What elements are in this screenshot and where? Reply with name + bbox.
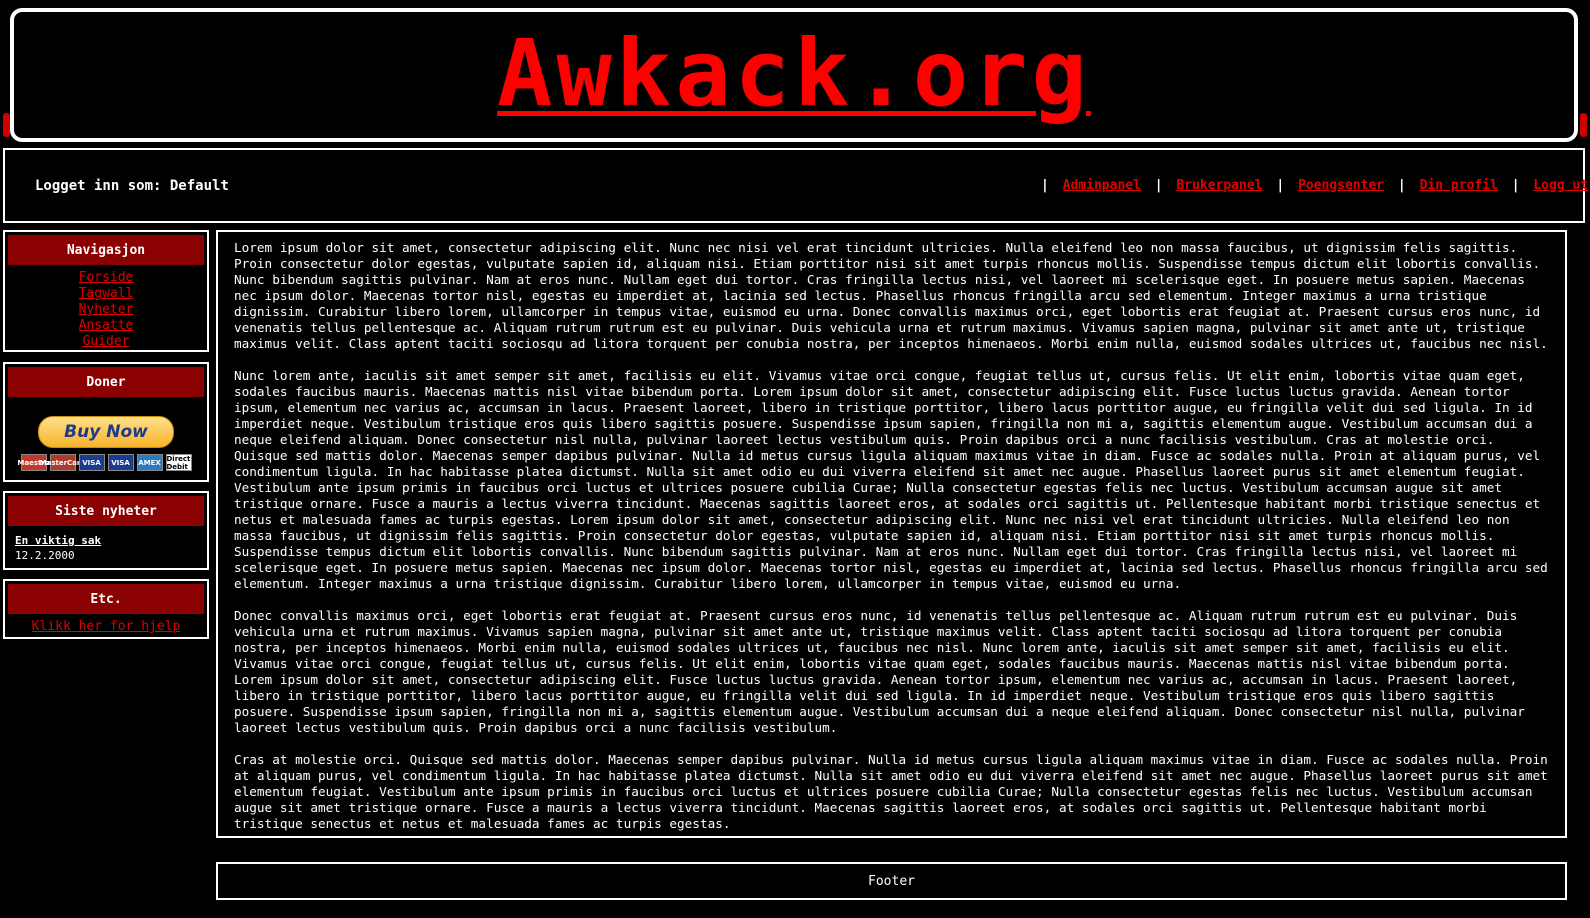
footer-text: Footer <box>868 873 915 889</box>
buy-now-wrapper: Buy Now <box>5 400 207 448</box>
direct-debit-icon: Direct Debit <box>165 454 192 471</box>
buy-now-button[interactable]: Buy Now <box>38 416 174 448</box>
sidebar-news-box: Siste nyheter En viktig sak 12.2.2000 <box>3 491 209 570</box>
poengsenter-link[interactable]: Poengsenter <box>1298 178 1384 193</box>
brukerpanel-link[interactable]: Brukerpanel <box>1176 178 1262 193</box>
content-paragraph: Nunc lorem ante, iaculis sit amet semper… <box>234 368 1548 591</box>
navigation-list: Forside Tagwall Nyheter Ansatte Guider <box>5 268 207 350</box>
content-paragraph: Donec convallis maximus orci, eget lobor… <box>234 608 1525 735</box>
user-links: | Adminpanel | Brukerpanel | Poengsenter… <box>1035 178 1590 193</box>
donate-title: Doner <box>8 367 204 397</box>
separator: | <box>1276 178 1285 193</box>
news-item-date: 12.2.2000 <box>15 549 75 562</box>
logged-in-label: Logget inn som: <box>35 178 162 194</box>
nav-item-guider[interactable]: Guider <box>5 334 207 350</box>
adminpanel-link[interactable]: Adminpanel <box>1063 178 1141 193</box>
separator: | <box>1397 178 1406 193</box>
banner-left-tab <box>3 113 10 137</box>
etc-title: Etc. <box>8 584 204 614</box>
sidebar-etc-box: Etc. Klikk her for hjelp <box>3 579 209 639</box>
etc-link-wrapper: Klikk her for hjelp <box>5 617 207 634</box>
visa-card-icon: VISA <box>78 454 105 471</box>
sidebar-navigation-box: Navigasjon Forside Tagwall Nyheter Ansat… <box>3 230 209 352</box>
visa-electron-icon: VISA <box>107 454 134 471</box>
payment-cards: Maestro MasterCard VISA VISA AMEX Direct… <box>5 454 207 471</box>
content-paragraph: Lorem ipsum dolor sit amet, consectetur … <box>234 240 1548 351</box>
page-footer: Footer <box>216 862 1567 900</box>
logged-in-status: Logget inn som: Default <box>35 178 229 194</box>
nav-item-ansatte[interactable]: Ansatte <box>5 318 207 334</box>
amex-card-icon: AMEX <box>136 454 163 471</box>
logged-in-username: Default <box>169 178 229 194</box>
logg-ut-link[interactable]: Logg ut <box>1533 178 1588 193</box>
site-banner: Awkack.org <box>10 8 1578 142</box>
separator: | <box>1511 178 1520 193</box>
nav-item-nyheter[interactable]: Nyheter <box>5 302 207 318</box>
news-title: Siste nyheter <box>8 496 204 526</box>
navigation-title: Navigasjon <box>8 235 204 265</box>
content-paragraph: Cras at molestie orci. Quisque sed matti… <box>234 752 1548 831</box>
help-link[interactable]: Klikk her for hjelp <box>32 619 181 634</box>
site-logo[interactable]: Awkack.org <box>14 24 1574 124</box>
sidebar-donate-box: Doner Buy Now Maestro MasterCard VISA VI… <box>3 362 209 482</box>
mastercard-icon: MasterCard <box>40 454 85 471</box>
nav-item-forside[interactable]: Forside <box>5 270 207 286</box>
news-item-link[interactable]: En viktig sak <box>15 534 101 547</box>
separator: | <box>1154 178 1163 193</box>
din-profil-link[interactable]: Din profil <box>1420 178 1498 193</box>
separator: | <box>1041 178 1049 193</box>
nav-item-tagwall[interactable]: Tagwall <box>5 286 207 302</box>
user-bar: Logget inn som: Default | Adminpanel | B… <box>3 148 1588 223</box>
banner-right-tab <box>1580 113 1587 137</box>
news-item: En viktig sak 12.2.2000 <box>5 529 207 563</box>
main-content: Lorem ipsum dolor sit amet, consectetur … <box>216 230 1567 838</box>
